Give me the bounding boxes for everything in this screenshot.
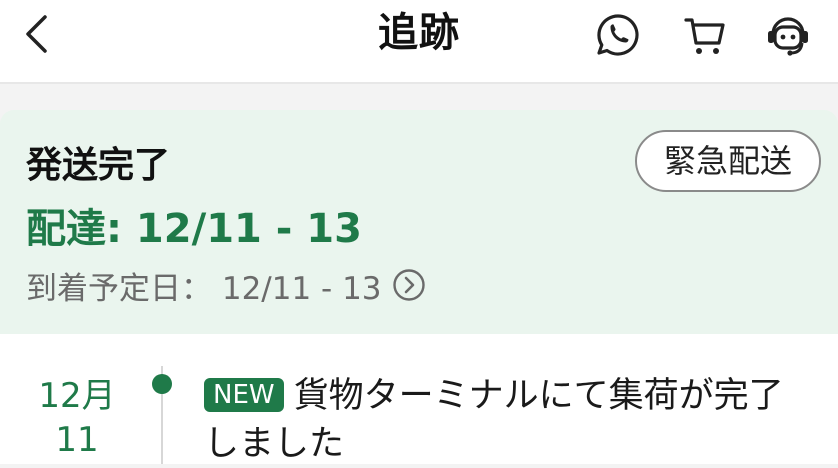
support-button[interactable] <box>763 10 813 60</box>
support-agent-icon <box>768 17 808 56</box>
delivery-date: 配達: 12/11 - 13 <box>26 206 362 252</box>
chevron-right-circle-icon <box>392 269 425 301</box>
estimated-arrival-text: 到着予定日： 12/11 - 13 <box>26 270 382 307</box>
urgent-delivery-button[interactable]: 緊急配送 <box>635 130 821 192</box>
new-badge: NEW <box>204 378 284 412</box>
tracking-timeline: 12月 11 NEW 貨物ターミナルにて集荷が完了しました <box>0 334 838 464</box>
event-text: 貨物ターミナルにて集荷が完了しました <box>204 376 784 464</box>
event-description: NEW 貨物ターミナルにて集荷が完了しました <box>204 372 804 468</box>
chevron-right-circle-wrap <box>392 268 426 302</box>
event-date-month: 12月 <box>38 376 116 416</box>
estimated-arrival-link[interactable]: 到着予定日： 12/11 - 13 <box>26 265 426 307</box>
status-title: 発送完了 <box>26 145 171 186</box>
cart-icon <box>684 18 725 54</box>
whatsapp-button[interactable] <box>593 10 643 60</box>
timeline-dot <box>152 374 172 394</box>
top-bar: 追跡 <box>0 0 838 84</box>
event-date-day: 11 <box>55 420 99 460</box>
cart-button[interactable] <box>680 10 730 60</box>
event-date: 12月 11 <box>22 374 132 462</box>
shipping-status-card: 発送完了 緊急配送 配達: 12/11 - 13 到着予定日： 12/11 - … <box>0 110 838 334</box>
whatsapp-icon <box>597 14 639 56</box>
